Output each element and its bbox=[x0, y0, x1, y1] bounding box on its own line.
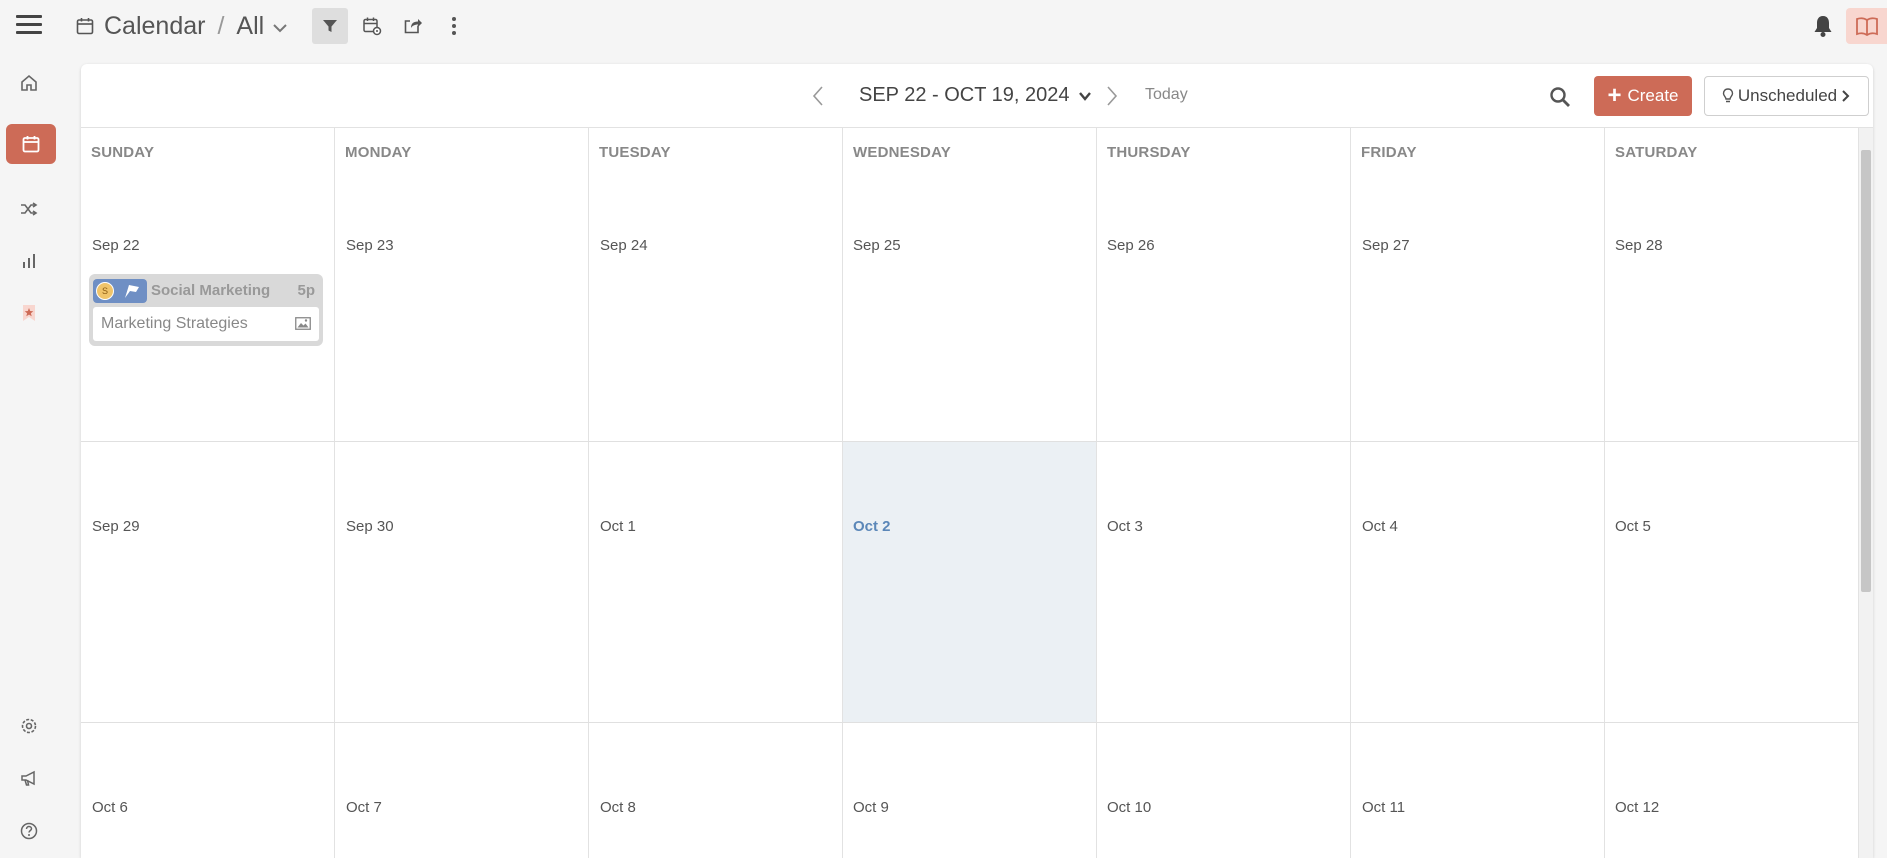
calendar-settings-button[interactable] bbox=[354, 8, 390, 44]
date-cell[interactable]: Sep 30 bbox=[346, 518, 394, 535]
calendar-card: SEP 22 - OCT 19, 2024 Today + Create Uns… bbox=[81, 64, 1873, 858]
breadcrumb: Calendar / All bbox=[76, 12, 288, 40]
date-range-selector[interactable]: SEP 22 - OCT 19, 2024 bbox=[859, 84, 1092, 107]
top-bar: Calendar / All bbox=[0, 0, 1887, 52]
day-header: SUNDAY bbox=[91, 144, 155, 161]
date-cell[interactable]: Sep 24 bbox=[600, 237, 648, 254]
guide-button[interactable] bbox=[1846, 8, 1887, 44]
day-header: MONDAY bbox=[345, 144, 412, 161]
calendar-header: SEP 22 - OCT 19, 2024 Today + Create Uns… bbox=[81, 64, 1873, 128]
day-header: FRIDAY bbox=[1361, 144, 1417, 161]
today-date-cell[interactable]: Oct 2 bbox=[853, 518, 891, 535]
sidebar-item-settings[interactable] bbox=[0, 706, 58, 746]
event-subtitle: Marketing Strategies bbox=[101, 315, 248, 332]
filter-icon bbox=[323, 20, 337, 32]
sidebar-item-calendar[interactable] bbox=[6, 124, 56, 164]
day-header: SATURDAY bbox=[1615, 144, 1698, 161]
unscheduled-button[interactable]: Unscheduled bbox=[1704, 76, 1869, 116]
calendar-icon bbox=[22, 136, 40, 153]
date-cell[interactable]: Sep 23 bbox=[346, 237, 394, 254]
calendar-icon bbox=[76, 18, 94, 35]
date-cell[interactable]: Oct 1 bbox=[600, 518, 636, 535]
event-body: Marketing Strategies bbox=[93, 307, 319, 341]
date-cell[interactable]: Oct 6 bbox=[92, 799, 128, 816]
date-range-label: SEP 22 - OCT 19, 2024 bbox=[859, 84, 1070, 106]
date-cell[interactable]: Sep 27 bbox=[1362, 237, 1410, 254]
calendar-settings-icon bbox=[363, 17, 382, 36]
chevron-right-icon[interactable] bbox=[1103, 84, 1121, 108]
plus-icon: + bbox=[1607, 82, 1622, 109]
create-button[interactable]: + Create bbox=[1594, 76, 1692, 116]
day-header: TUESDAY bbox=[599, 144, 671, 161]
date-cell[interactable]: Oct 12 bbox=[1615, 799, 1659, 816]
bell-icon[interactable] bbox=[1812, 14, 1834, 38]
date-cell[interactable]: Sep 28 bbox=[1615, 237, 1663, 254]
lightbulb-icon bbox=[1722, 88, 1734, 103]
page-title[interactable]: Calendar bbox=[104, 12, 205, 41]
more-options-button[interactable] bbox=[436, 8, 472, 44]
chevron-right-icon bbox=[1842, 90, 1850, 102]
star-bookmark-icon bbox=[23, 305, 35, 321]
date-cell[interactable]: Oct 4 bbox=[1362, 518, 1398, 535]
hamburger-menu-icon[interactable] bbox=[16, 15, 42, 35]
share-icon bbox=[404, 19, 422, 34]
avatar: S bbox=[96, 282, 114, 300]
date-cell[interactable]: Oct 7 bbox=[346, 799, 382, 816]
sidebar-item-help[interactable] bbox=[0, 811, 58, 851]
calendar-grid: SUNDAY MONDAY TUESDAY WEDNESDAY THURSDAY… bbox=[81, 128, 1859, 858]
sidebar-item-favorites[interactable] bbox=[0, 293, 58, 333]
date-cell[interactable]: Oct 10 bbox=[1107, 799, 1151, 816]
create-label: Create bbox=[1627, 86, 1679, 105]
date-cell[interactable]: Oct 11 bbox=[1362, 799, 1405, 816]
event-tag: S bbox=[93, 279, 147, 303]
date-cell[interactable]: Sep 29 bbox=[92, 518, 140, 535]
chevron-down-icon bbox=[1078, 91, 1091, 101]
scrollbar-thumb[interactable] bbox=[1861, 150, 1871, 592]
view-selector[interactable]: All bbox=[236, 12, 264, 41]
gear-icon bbox=[21, 718, 37, 734]
date-cell[interactable]: Oct 8 bbox=[600, 799, 636, 816]
search-icon[interactable] bbox=[1549, 86, 1571, 108]
week-divider bbox=[81, 722, 1859, 723]
bar-chart-icon bbox=[23, 254, 35, 268]
event-title: Social Marketing bbox=[151, 282, 271, 299]
date-cell[interactable]: Oct 3 bbox=[1107, 518, 1143, 535]
more-vertical-icon bbox=[452, 17, 456, 35]
share-button[interactable] bbox=[395, 8, 431, 44]
event-time: 5p bbox=[297, 282, 315, 299]
date-cell[interactable]: Oct 9 bbox=[853, 799, 889, 816]
chevron-down-icon[interactable] bbox=[272, 20, 288, 36]
unscheduled-label: Unscheduled bbox=[1737, 86, 1838, 105]
breadcrumb-separator: / bbox=[217, 11, 225, 40]
home-icon bbox=[21, 74, 37, 91]
date-cell[interactable]: Sep 26 bbox=[1107, 237, 1155, 254]
filter-button[interactable] bbox=[312, 8, 348, 44]
date-cell[interactable]: Oct 5 bbox=[1615, 518, 1651, 535]
week-divider bbox=[81, 441, 1859, 442]
sidebar-item-workflows[interactable] bbox=[0, 189, 58, 229]
sidebar bbox=[0, 52, 58, 858]
shuffle-icon bbox=[21, 202, 38, 216]
day-header: THURSDAY bbox=[1107, 144, 1191, 161]
sidebar-item-analytics[interactable] bbox=[0, 241, 58, 281]
book-icon bbox=[1855, 17, 1878, 36]
help-icon bbox=[20, 822, 38, 840]
chevron-left-icon[interactable] bbox=[809, 84, 827, 108]
flag-icon bbox=[125, 285, 139, 298]
day-header: WEDNESDAY bbox=[853, 144, 951, 161]
date-cell[interactable]: Sep 22 bbox=[92, 237, 140, 254]
image-icon bbox=[295, 317, 311, 330]
calendar-event[interactable]: S Social Marketing 5p Marketing Strategi… bbox=[89, 274, 323, 346]
today-button[interactable]: Today bbox=[1145, 86, 1188, 104]
sidebar-item-home[interactable] bbox=[0, 63, 58, 103]
megaphone-icon bbox=[21, 770, 35, 786]
sidebar-item-announcements[interactable] bbox=[0, 758, 58, 798]
date-cell[interactable]: Sep 25 bbox=[853, 237, 901, 254]
